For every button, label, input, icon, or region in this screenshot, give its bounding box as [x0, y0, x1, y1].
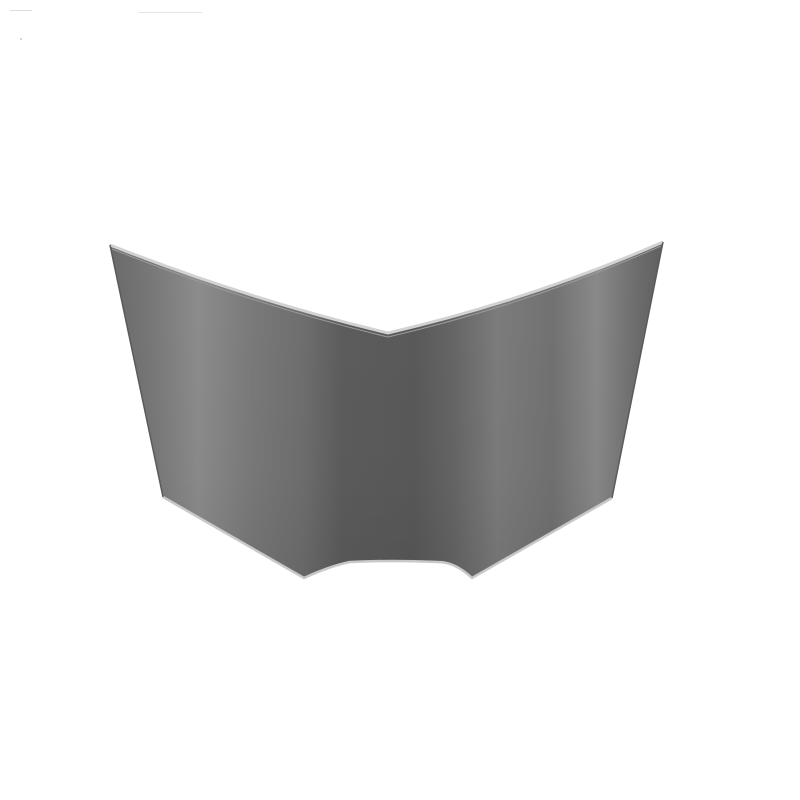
panel-surface-shadow	[110, 242, 663, 578]
canvas	[0, 0, 800, 800]
panel-render	[109, 240, 664, 580]
